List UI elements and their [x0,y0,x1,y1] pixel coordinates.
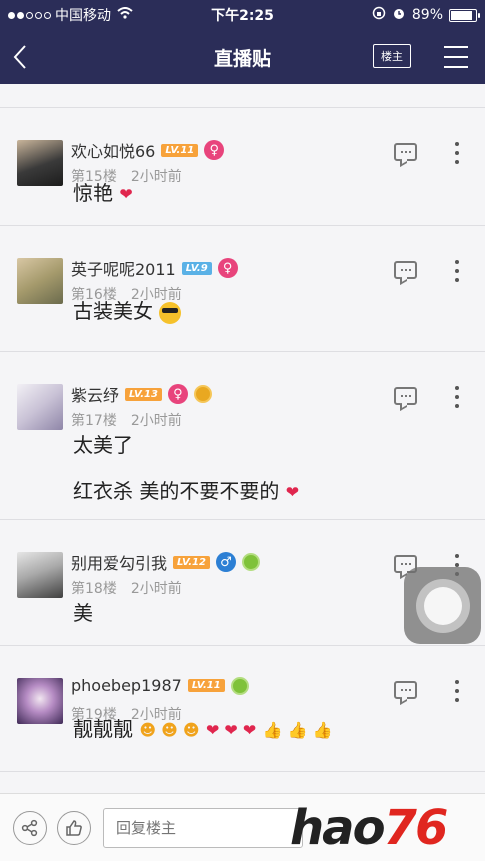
post-time: 2小时前 [130,413,182,429]
hearts-emoji-icon: ❤ [119,184,133,204]
next-floor-edge [0,772,485,793]
reply-icon[interactable] [394,387,417,405]
share-icon[interactable] [13,811,47,845]
reply-icon[interactable] [394,681,417,699]
hearts-emoji-icon: ❤ ❤ ❤ [205,720,257,740]
thumbs-up-emoji-icon: 👍 👍 👍 [262,720,333,740]
more-options-icon[interactable] [452,680,462,702]
male-icon: ♂ [215,552,236,572]
back-button[interactable] [0,30,40,84]
list-item: 紫云纾 LV.13 ♀ 第17楼 2小时前 太美了 红衣杀 美的不要不要的 ❤ [0,352,485,520]
avatar[interactable] [17,552,63,598]
username[interactable]: 英子呢呢2011 [71,256,176,280]
list-item: phoebep1987 LV.11 第19楼 2小时前 靓靓靓 ☻ ☻ ☻ ❤ ❤… [0,646,485,772]
username[interactable]: 紫云纾 [71,382,119,406]
post-content: 美 [73,601,93,625]
avatar[interactable] [17,258,63,304]
floor-number: 第17楼 [71,413,117,429]
status-bar: 中国移动 下午2:25 89% [0,0,485,30]
female-icon: ♀ [204,140,225,160]
cool-face-emoji-icon [159,301,182,324]
chevron-left-icon [13,45,26,69]
floor-number: 第18楼 [71,581,117,597]
more-options-icon[interactable] [452,260,462,282]
medal-icon [230,676,249,695]
level-badge: LV.11 [161,143,199,157]
battery-percent: 89% [411,7,443,23]
watermark: hao76 [290,800,448,856]
menu-icon[interactable] [444,46,468,68]
username[interactable]: 别用爱勾引我 [71,550,167,574]
reply-icon[interactable] [394,261,417,279]
reply-icon[interactable] [394,143,417,161]
carrier-name: 中国移动 [55,8,111,24]
comment-feed[interactable]: 欢心如悦66 LV.11 ♀ 第15楼 2小时前 惊艳 ❤ 英子呢呢2011 LV… [0,84,485,793]
post-content: 靓靓靓 ☻ ☻ ☻ ❤ ❤ ❤ 👍 👍 👍 [73,717,333,741]
bottom-bar: hao76 [0,793,485,861]
level-badge: LV.11 [187,679,225,692]
list-item: 欢心如悦66 LV.11 ♀ 第15楼 2小时前 惊艳 ❤ [0,108,485,226]
wifi-icon [117,7,133,23]
level-badge: LV.13 [125,387,162,401]
page-title: 直播贴 [213,47,271,70]
post-content: 太美了 红衣杀 美的不要不要的 ❤ [73,433,300,503]
medal-icon [241,553,260,571]
previous-floor-edge [0,84,485,108]
alarm-icon [392,6,406,24]
username[interactable]: 欢心如悦66 [71,138,155,162]
post-time: 2小时前 [130,169,182,185]
reply-input[interactable] [103,808,303,848]
medal-icon [193,385,212,403]
list-item: 英子呢呢2011 LV.9 ♀ 第16楼 2小时前 古装美女 [0,226,485,352]
signal-strength-icon [8,11,51,19]
nav-bar: 直播贴 楼主 [0,30,485,84]
avatar[interactable] [17,140,63,186]
avatar[interactable] [17,384,63,430]
female-icon: ♀ [167,384,188,404]
post-time: 2小时前 [130,581,182,597]
rotation-lock-icon [372,6,386,24]
more-options-icon[interactable] [452,386,462,408]
amazed-face-emoji-icon: ☻ ☻ ☻ [139,720,200,740]
post-content: 古装美女 [73,294,182,328]
more-options-icon[interactable] [452,142,462,164]
assistive-touch-button[interactable] [404,567,481,644]
battery-icon [449,8,480,22]
avatar[interactable] [17,678,63,724]
hearts-emoji-icon: ❤ [285,482,300,502]
post-content: 惊艳 ❤ [73,181,133,205]
only-owner-button[interactable]: 楼主 [373,44,411,68]
female-icon: ♀ [217,258,238,278]
level-badge: LV.12 [173,555,210,569]
like-icon[interactable] [57,811,91,845]
username[interactable]: phoebep1987 [71,676,182,695]
level-badge: LV.9 [181,261,212,275]
